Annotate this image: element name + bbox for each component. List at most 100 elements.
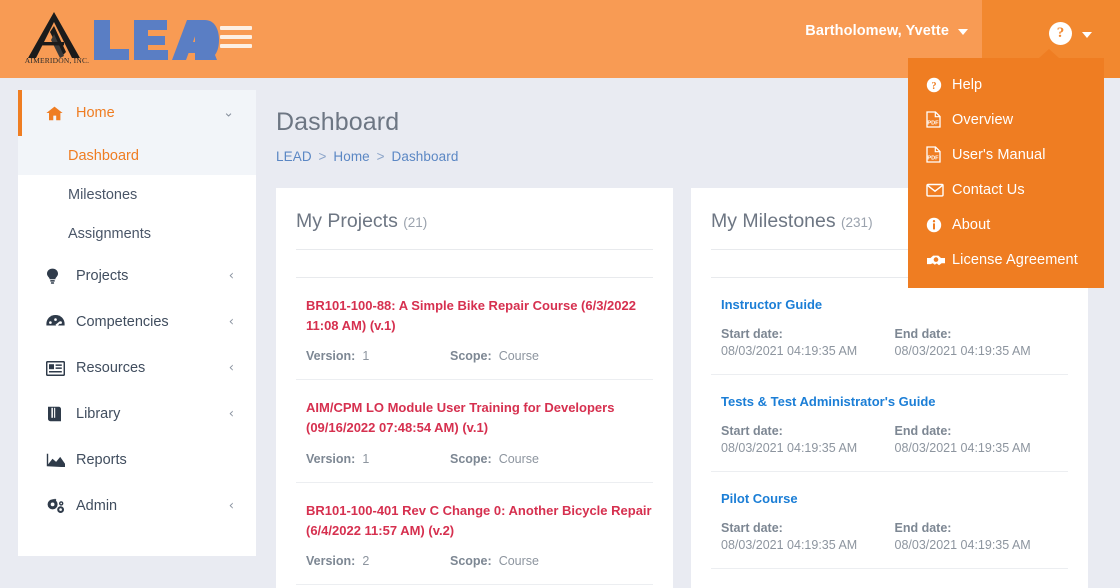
- help-dropdown-menu[interactable]: ? Help PDF Overview PDF User's Manual Co…: [908, 49, 1104, 288]
- milestone-end-field: End date: 08/03/2021 04:19:35 AM: [895, 424, 1069, 455]
- sidebar-item-home[interactable]: Home ⌄: [18, 90, 256, 136]
- breadcrumb: LEAD > Home > Dashboard: [276, 149, 458, 164]
- help-menu-item-label: About: [952, 216, 991, 233]
- sidebar-item-admin[interactable]: Admin ‹: [18, 483, 256, 529]
- chevron-left-icon: ‹: [228, 498, 234, 514]
- sidebar-item-assignments[interactable]: Assignments: [18, 214, 256, 253]
- milestone-end-field: End date: 08/03/2021 04:19:35 AM: [895, 327, 1069, 358]
- svg-text:?: ?: [932, 81, 937, 92]
- end-date-label: End date:: [894, 521, 952, 535]
- version-value: 2: [362, 553, 370, 568]
- scope-label: Scope:: [450, 553, 492, 568]
- card-toolbar: [276, 250, 673, 277]
- sidebar-item-label: Projects: [76, 268, 129, 284]
- scope-value: Course: [498, 553, 539, 568]
- milestone-link[interactable]: Instructor Guide: [721, 297, 822, 312]
- scope-value: Course: [498, 349, 539, 364]
- help-menu-item-contact-us[interactable]: Contact Us: [908, 172, 1104, 207]
- sidebar-item-label: Resources: [76, 360, 146, 376]
- chevron-down-icon: [958, 29, 968, 35]
- scope-label: Scope:: [450, 349, 492, 364]
- card-title-text: My Milestones: [711, 210, 836, 232]
- scope-value: Course: [498, 451, 539, 466]
- project-scope-field: Scope: Course: [450, 554, 594, 568]
- book-icon: [46, 406, 72, 422]
- breadcrumb-item-dashboard[interactable]: Dashboard: [392, 149, 459, 164]
- area-chart-icon: [46, 453, 72, 467]
- help-menu-item-license-agreement[interactable]: License Agreement: [908, 242, 1104, 277]
- milestone-start-field: Start date: 08/03/2021 04:19:35 AM: [721, 521, 895, 552]
- milestone-start-field: Start date: 08/03/2021 04:19:35 AM: [721, 424, 895, 455]
- start-date-value: 08/03/2021 04:19:35 AM: [721, 344, 858, 358]
- pdf-file-icon: PDF: [926, 111, 952, 128]
- help-menu-item-users-manual[interactable]: PDF User's Manual: [908, 137, 1104, 172]
- sidebar-item-label: Home: [76, 105, 115, 121]
- milestone-dates: Start date: 08/03/2021 04:19:35 AM End d…: [721, 327, 1068, 358]
- svg-text:PDF: PDF: [927, 121, 939, 127]
- svg-text:PDF: PDF: [927, 156, 939, 162]
- project-scope-field: Scope: Course: [450, 349, 594, 363]
- end-date-value: 08/03/2021 04:19:35 AM: [894, 441, 1031, 455]
- chevron-down-icon: ⌄: [223, 105, 234, 121]
- start-date-value: 08/03/2021 04:19:35 AM: [721, 441, 858, 455]
- milestone-row: Instructor Guide Start date: 08/03/2021 …: [691, 278, 1088, 374]
- chevron-left-icon: ‹: [228, 360, 234, 376]
- help-menu-item-about[interactable]: About: [908, 207, 1104, 242]
- divider: [711, 568, 1068, 569]
- sidebar-item-label: Competencies: [76, 314, 169, 330]
- envelope-icon: [926, 183, 952, 197]
- my-projects-title: My Projects (21): [276, 188, 673, 249]
- end-date-value: 08/03/2021 04:19:35 AM: [894, 344, 1031, 358]
- version-value: 1: [362, 451, 370, 466]
- hamburger-bar: [220, 35, 252, 39]
- my-projects-card: My Projects (21) BR101-100-88: A Simple …: [276, 188, 673, 588]
- sidebar-item-projects[interactable]: Projects ‹: [18, 253, 256, 299]
- help-menu-item-help[interactable]: ? Help: [908, 67, 1104, 102]
- milestone-dates: Start date: 08/03/2021 04:19:35 AM End d…: [721, 424, 1068, 455]
- help-menu-button[interactable]: ?: [1049, 22, 1092, 45]
- hamburger-icon[interactable]: [220, 26, 254, 52]
- brand-logo[interactable]: AIMERIDON, INC.: [20, 8, 220, 70]
- card-title-text: My Projects: [296, 210, 398, 232]
- version-value: 1: [362, 349, 370, 364]
- start-date-label: Start date:: [721, 521, 783, 535]
- sidebar-item-milestones[interactable]: Milestones: [18, 175, 256, 214]
- breadcrumb-item-home[interactable]: Home: [333, 149, 369, 164]
- project-link[interactable]: BR101-100-88: A Simple Bike Repair Cours…: [306, 296, 653, 336]
- pdf-file-icon: PDF: [926, 146, 952, 163]
- milestone-link[interactable]: Tests & Test Administrator's Guide: [721, 394, 936, 409]
- sidebar-item-reports[interactable]: Reports: [18, 437, 256, 483]
- sidebar-item-resources[interactable]: Resources ‹: [18, 345, 256, 391]
- milestone-dates: Start date: 08/03/2021 04:19:35 AM End d…: [721, 521, 1068, 552]
- project-link[interactable]: AIM/CPM LO Module User Training for Deve…: [306, 398, 653, 438]
- user-menu[interactable]: Bartholomew, Yvette: [805, 23, 968, 39]
- version-label: Version:: [306, 553, 356, 568]
- project-version-field: Version: 2: [306, 554, 450, 568]
- breadcrumb-separator: >: [376, 149, 385, 164]
- brand-subtitle: AIMERIDON, INC.: [24, 56, 90, 65]
- breadcrumb-item-lead[interactable]: LEAD: [276, 149, 312, 164]
- milestone-link[interactable]: Pilot Course: [721, 491, 798, 506]
- help-menu-item-overview[interactable]: PDF Overview: [908, 102, 1104, 137]
- home-icon: [46, 106, 72, 121]
- sidebar-nav: Home ⌄ Dashboard Milestones Assignments …: [18, 90, 256, 556]
- my-projects-count: (21): [403, 215, 428, 230]
- sidebar-item-competencies[interactable]: Competencies ‹: [18, 299, 256, 345]
- chevron-left-icon: ‹: [228, 406, 234, 422]
- lightbulb-icon: [46, 268, 72, 285]
- page-title: Dashboard: [276, 108, 400, 136]
- scope-label: Scope:: [450, 451, 492, 466]
- sidebar-item-dashboard[interactable]: Dashboard: [18, 136, 256, 175]
- project-link[interactable]: BR101-100-401 Rev C Change 0: Another Bi…: [306, 501, 653, 541]
- hamburger-bar: [220, 26, 252, 30]
- end-date-label: End date:: [894, 424, 952, 438]
- info-circle-icon: [926, 217, 952, 233]
- version-label: Version:: [306, 451, 356, 466]
- milestone-row: Tests & Test Administrator's Guide Start…: [691, 375, 1088, 471]
- project-row: AIM/CPM LO Module User Training for Deve…: [276, 380, 673, 481]
- project-meta: Version: 2 Scope: Course: [306, 554, 653, 568]
- sidebar-item-label: Reports: [76, 452, 127, 468]
- start-date-label: Start date:: [721, 424, 783, 438]
- sidebar-item-library[interactable]: Library ‹: [18, 391, 256, 437]
- id-card-icon: [46, 360, 72, 376]
